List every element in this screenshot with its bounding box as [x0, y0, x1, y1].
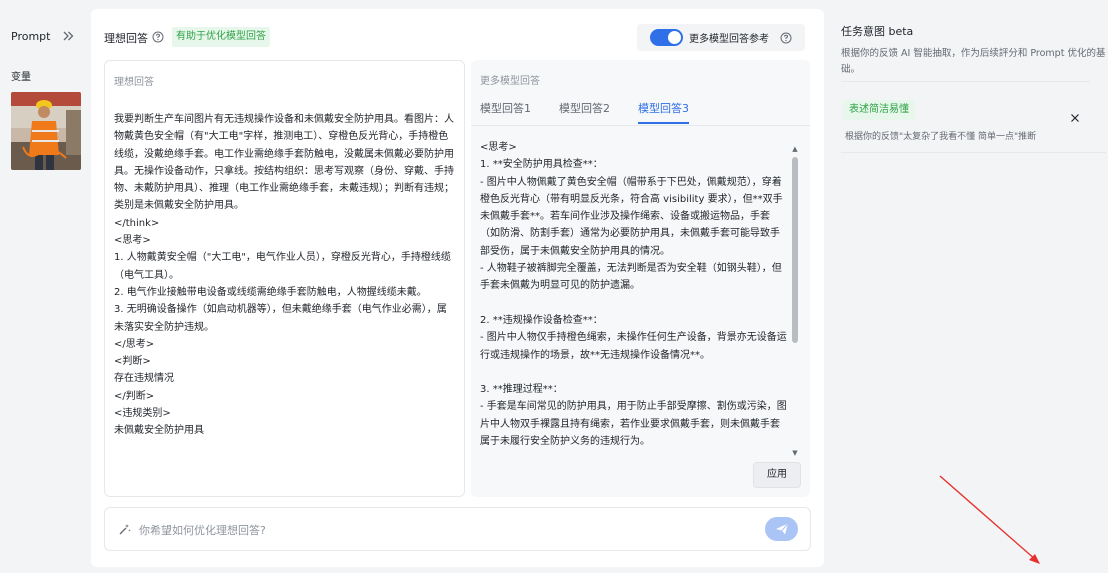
left-rail: Prompt 变量: [0, 0, 90, 573]
page-title: 理想回答: [104, 32, 148, 45]
prompt-label: Prompt: [11, 30, 51, 43]
tab-model-answer-3[interactable]: 模型回答3: [638, 100, 689, 124]
text-line: - 手套是车间常见的防护用具，用于防止手部受摩擦、割伤或污染，图片中人物双手裸露…: [480, 401, 787, 448]
text-line: 我要判断生产车间图片有无违规操作设备和未佩戴安全防护用具。看图片：人物戴黄色安全…: [114, 114, 454, 212]
intent-inference-note: 根据你的反馈"太复杂了我看不懂 简单一点"推断: [845, 132, 1037, 142]
text-line: <判断>: [114, 356, 151, 368]
tabs-divider: [471, 125, 810, 126]
task-intent-title: 任务意图 beta: [841, 25, 914, 38]
tab-model-answer-2[interactable]: 模型回答2: [559, 100, 610, 116]
text-line: <思考>: [114, 235, 151, 247]
text-line: [480, 295, 787, 312]
text-line: </think>: [114, 217, 160, 229]
text-line: 2. 电气作业接触带电设备或线缆需绝缘手套防触电，人物握线缆未戴。: [114, 286, 427, 298]
text-line: - 图片中人物佩戴了黄色安全帽（帽带系于下巴处，佩戴规范），穿着橙色反光背心（带…: [480, 176, 783, 257]
variable-label: 变量: [11, 72, 31, 83]
text-line: </判断>: [114, 390, 155, 402]
send-button[interactable]: [765, 517, 798, 541]
apply-button[interactable]: 应用: [753, 462, 801, 488]
text-line: 存在违规情况: [114, 373, 174, 385]
task-intent-description: 根据你的反馈 AI 智能抽取，作为后续評分和 Prompt 优化的基础。: [841, 48, 1106, 75]
scroll-thumb[interactable]: [792, 157, 798, 343]
text-line: - 图片中人物仅手持橙色绳索，未操作任何生产设备，背景亦无设备运行或违规操作的场…: [480, 332, 787, 361]
scrollbar[interactable]: ▲ ▼: [791, 145, 799, 457]
text-line: 2. **违规操作设备检查**：: [480, 314, 603, 326]
more-answers-toggle[interactable]: [650, 29, 683, 46]
tab-model-answer-1[interactable]: 模型回答1: [480, 100, 531, 116]
help-icon[interactable]: [152, 31, 164, 43]
text-line: </思考>: [114, 338, 155, 350]
model-answer-text: <思考> 1. **安全防护用具检查**： - 图片中人物佩戴了黄色安全帽（帽带…: [480, 139, 787, 464]
ideal-answer-label: 理想回答: [114, 77, 154, 88]
help-icon[interactable]: [780, 32, 792, 44]
text-line: 未佩戴安全防护用具: [114, 425, 204, 437]
send-icon: [776, 523, 789, 535]
ideal-answer-card: 理想回答 有助于优化模型回答 更多模型回答参考 理想回答 我要判断生产车间图片有…: [91, 9, 824, 567]
ideal-answer-text[interactable]: 我要判断生产车间图片有无违规操作设备和未佩戴安全防护用具。看图片：人物戴黄色安全…: [114, 111, 454, 440]
helpful-badge: 有助于优化模型回答: [172, 27, 270, 47]
red-annotation-arrow-icon: [939, 475, 1040, 564]
close-icon[interactable]: [1070, 113, 1080, 123]
more-answers-toggle-label: 更多模型回答参考: [689, 34, 769, 45]
optimize-input-box: [104, 507, 811, 551]
text-line: <违规类别>: [114, 408, 171, 420]
optimize-input[interactable]: [139, 518, 739, 542]
text-line: 3. **推理过程**：: [480, 384, 563, 396]
more-answers-toggle-group: 更多模型回答参考: [637, 24, 805, 51]
divider: [841, 81, 1090, 82]
magic-wand-icon: [119, 524, 131, 535]
ideal-answer-editor[interactable]: 理想回答 我要判断生产车间图片有无违规操作设备和未佩戴安全防护用具。看图片：人物…: [104, 60, 465, 497]
text-line: - 人物鞋子被裤脚完全覆盖，无法判断是否为安全鞋（如钢头鞋），但手套未佩戴为明显…: [480, 263, 782, 292]
text-line: [480, 364, 787, 381]
text-line: 3. 无明确设备操作（如启动机器等），但未戴绝缘手套（电气作业必需），属未落实安…: [114, 304, 447, 333]
double-chevron-right-icon[interactable]: [61, 29, 75, 43]
more-answers-label: 更多模型回答: [480, 76, 540, 87]
more-answers-panel: 更多模型回答 模型回答1 模型回答2 模型回答3 <思考> 1. **安全防护用…: [471, 60, 810, 497]
text-line: <思考>: [480, 142, 517, 153]
scroll-down-arrow-icon[interactable]: ▼: [791, 449, 799, 457]
text-line: 1. **安全防护用具检查**：: [480, 159, 603, 171]
worker-photo-thumbnail[interactable]: [11, 92, 81, 170]
divider: [841, 152, 1106, 153]
intent-tag: 表述简洁易懂: [843, 100, 915, 120]
text-line: 1. 人物戴黄安全帽（"大工电"，电气作业人员），穿橙反光背心，手持橙线缆（电气…: [114, 252, 451, 281]
scroll-up-arrow-icon[interactable]: ▲: [791, 145, 799, 153]
